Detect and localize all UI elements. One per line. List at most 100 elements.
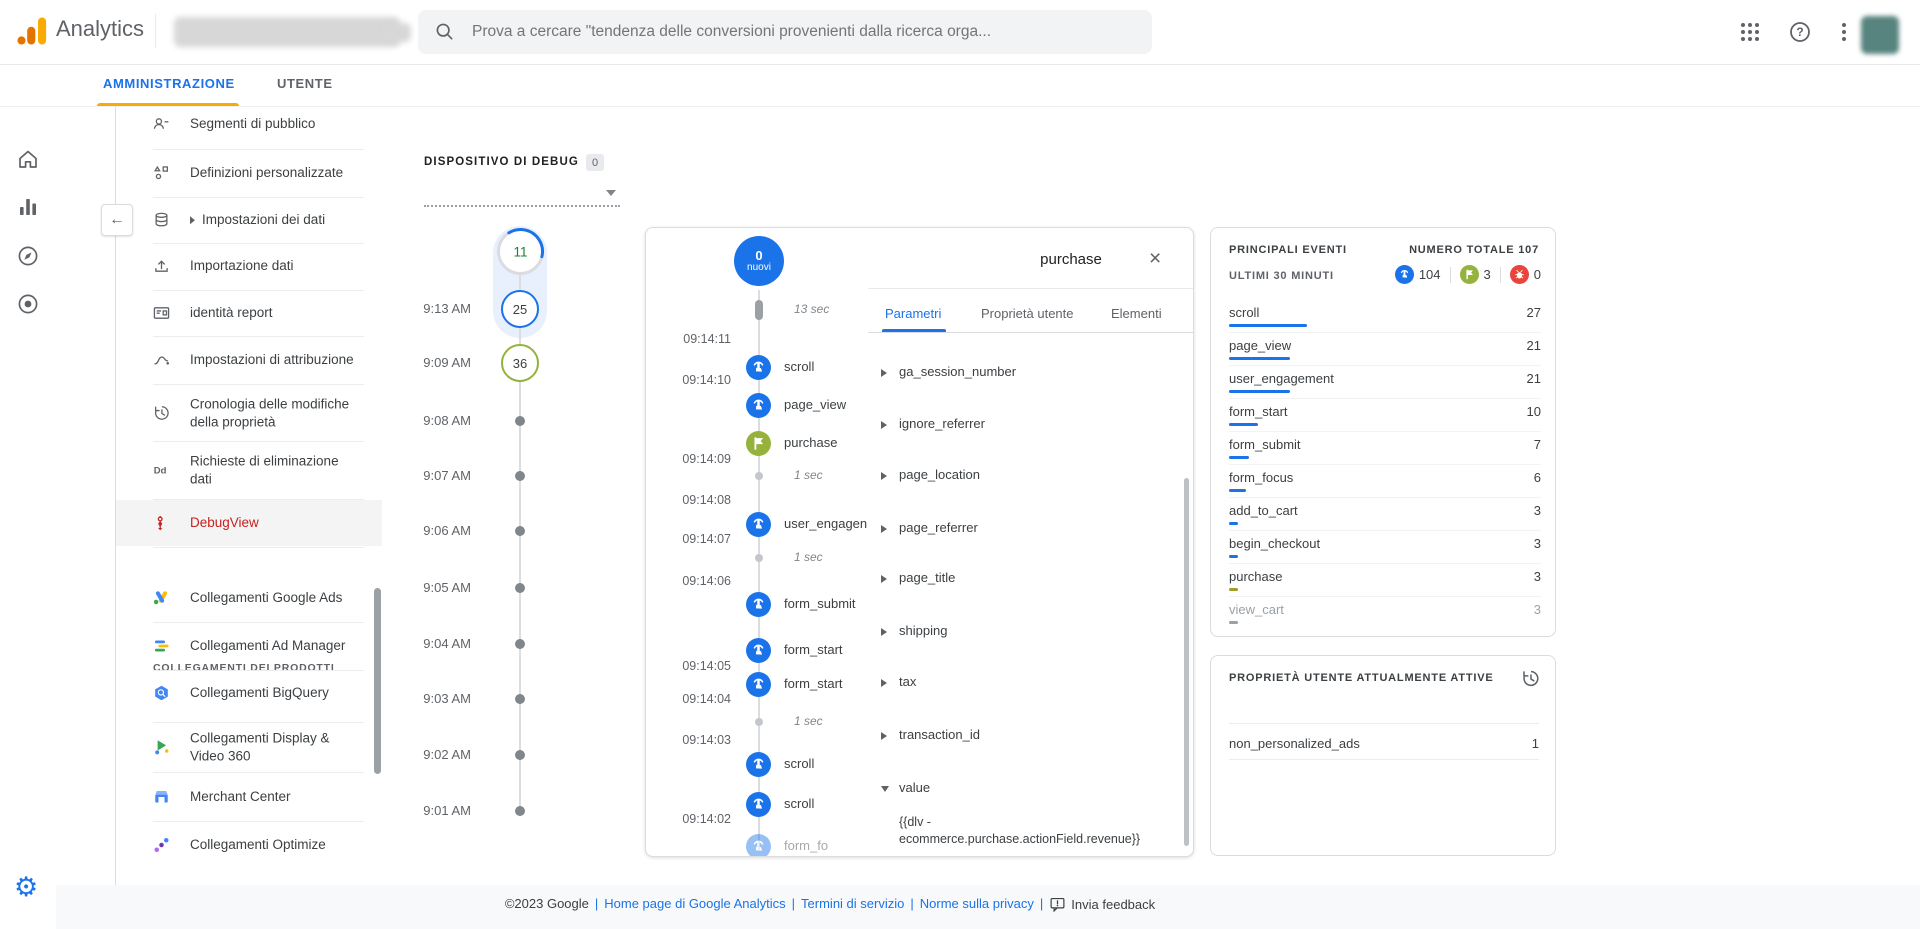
param-caret-icon[interactable] (881, 628, 887, 636)
minute-dot[interactable] (515, 583, 525, 593)
top-event-row-page_view[interactable]: page_view21 (1229, 333, 1541, 366)
explore-icon[interactable] (16, 244, 40, 268)
param-row-shipping[interactable]: shipping1 (881, 621, 1181, 645)
stream-event-icon-touch[interactable] (746, 834, 771, 858)
top-event-row-form_start[interactable]: form_start10 (1229, 399, 1541, 432)
minute-circle[interactable]: 36 (501, 344, 539, 382)
top-event-row-purchase[interactable]: purchase3 (1229, 564, 1541, 597)
sidebar-item-impostazioni-di-attribuzione[interactable]: Impostazioni di attribuzione (116, 337, 382, 383)
minute-dot[interactable] (515, 694, 525, 704)
sidebar-item-collegamenti-ad-manager[interactable]: Collegamenti Ad Manager (116, 623, 382, 669)
sidebar-item-segmenti-di-pubblico[interactable]: Segmenti di pubblico (116, 106, 382, 147)
param-row-ga_session_number[interactable]: ga_session_number1 (881, 362, 1181, 386)
sidebar-item-importazione-dati[interactable]: Importazione dati (116, 243, 382, 289)
footer-link[interactable]: Termini di servizio (801, 896, 904, 911)
footer-link[interactable]: Norme sulla privacy (920, 896, 1034, 911)
sidebar-item-cronologia-delle-modifiche-della-propriet-[interactable]: Cronologia delle modifiche della proprie… (116, 390, 382, 436)
stream-event-label[interactable]: form_fo (784, 838, 828, 853)
param-row-ignore_referrer[interactable]: ignore_referrer1 (881, 414, 1181, 438)
sidebar-item-collegamenti-display-video-360[interactable]: Collegamenti Display & Video 360 (116, 724, 382, 770)
feedback-button[interactable]: Invia feedback (1049, 896, 1155, 913)
stream-event-label[interactable]: page_view (784, 397, 846, 412)
param-caret-icon[interactable] (881, 732, 887, 740)
tab-proprieta-utente[interactable]: Proprietà utente (981, 306, 1074, 321)
close-icon[interactable]: × (1149, 248, 1161, 269)
param-row-value[interactable]: value1 (881, 778, 1181, 802)
sidebar-item-richieste-di-eliminazione-dati[interactable]: DdRichieste di eliminazione dati (116, 447, 382, 493)
stream-event-label[interactable]: scroll (784, 756, 814, 771)
collapse-back-button[interactable]: ← (101, 204, 133, 236)
stream-event-icon-touch[interactable] (746, 393, 771, 418)
reports-icon[interactable] (16, 195, 40, 219)
apps-grid-icon[interactable] (1738, 20, 1762, 44)
minute-circle[interactable]: 25 (501, 290, 539, 328)
param-row-page_referrer[interactable]: page_referrer1 (881, 518, 1181, 542)
current-minute-circle[interactable]: 11 (496, 227, 545, 276)
more-options-icon[interactable] (1832, 20, 1856, 44)
expand-caret-icon[interactable] (190, 216, 195, 224)
top-event-row-user_engagement[interactable]: user_engagement21 (1229, 366, 1541, 399)
minute-dot[interactable] (515, 416, 525, 426)
tab-elementi[interactable]: Elementi (1111, 306, 1162, 321)
tab-utente[interactable]: UTENTE (277, 76, 333, 91)
top-event-row-view_cart[interactable]: view_cart3 (1229, 597, 1541, 629)
minute-dot[interactable] (515, 526, 525, 536)
stream-event-label[interactable]: user_engagen (784, 516, 867, 531)
param-caret-icon[interactable] (881, 369, 887, 377)
stream-event-label[interactable]: form_submit (784, 596, 856, 611)
stream-event-icon-touch[interactable] (746, 592, 771, 617)
sidebar-item-definizioni-personalizzate[interactable]: Definizioni personalizzate (116, 150, 382, 196)
advertising-icon[interactable] (16, 292, 40, 316)
top-event-row-add_to_cart[interactable]: add_to_cart3 (1229, 498, 1541, 531)
sidebar-item-collegamenti-optimize[interactable]: Collegamenti Optimize (116, 822, 382, 868)
minute-dot[interactable] (515, 471, 525, 481)
param-caret-icon[interactable] (881, 786, 889, 792)
param-row-tax[interactable]: tax1 (881, 672, 1181, 696)
home-icon[interactable] (16, 147, 40, 171)
sidebar-item-debugview[interactable]: DebugView (116, 500, 382, 546)
sidebar-item-merchant-center[interactable]: Merchant Center (116, 774, 382, 820)
params-scrollbar[interactable] (1184, 478, 1189, 846)
top-event-row-begin_checkout[interactable]: begin_checkout3 (1229, 531, 1541, 564)
history-clock-icon[interactable] (1520, 668, 1541, 689)
top-event-row-form_focus[interactable]: form_focus6 (1229, 465, 1541, 498)
stream-event-label[interactable]: scroll (784, 359, 814, 374)
search-bar[interactable] (418, 10, 1152, 54)
param-row-transaction_id[interactable]: transaction_id1 (881, 725, 1181, 749)
stream-event-label[interactable]: form_start (784, 676, 843, 691)
minute-dot[interactable] (515, 806, 525, 816)
minute-dot[interactable] (515, 639, 525, 649)
user-avatar[interactable] (1861, 16, 1899, 54)
stream-event-icon-touch[interactable] (746, 672, 771, 697)
stream-event-icon-touch[interactable] (746, 752, 771, 777)
device-dropdown-caret-icon[interactable] (606, 190, 616, 196)
param-caret-icon[interactable] (881, 472, 887, 480)
stream-event-label[interactable]: form_start (784, 642, 843, 657)
stream-event-icon-touch[interactable] (746, 792, 771, 817)
stream-event-label[interactable]: purchase (784, 435, 837, 450)
stream-event-icon-touch[interactable] (746, 512, 771, 537)
param-caret-icon[interactable] (881, 679, 887, 687)
top-event-row-form_submit[interactable]: form_submit7 (1229, 432, 1541, 465)
blurred-account-name[interactable] (174, 17, 400, 47)
param-caret-icon[interactable] (881, 421, 887, 429)
stream-event-icon-touch[interactable] (746, 638, 771, 663)
param-row-page_location[interactable]: page_location1 (881, 465, 1181, 489)
param-row-page_title[interactable]: page_title1 (881, 568, 1181, 592)
param-caret-icon[interactable] (881, 525, 887, 533)
stream-event-icon-touch[interactable] (746, 355, 771, 380)
sidebar-item-identit-report[interactable]: identità report (116, 290, 382, 336)
stream-event-label[interactable]: scroll (784, 796, 814, 811)
tab-parametri[interactable]: Parametri (885, 306, 941, 321)
footer-link[interactable]: Home page di Google Analytics (604, 896, 785, 911)
search-input[interactable] (470, 22, 1114, 42)
help-icon[interactable]: ? (1788, 20, 1812, 44)
sidebar-item-collegamenti-bigquery[interactable]: Collegamenti BigQuery (116, 670, 382, 716)
top-event-row-scroll[interactable]: scroll27 (1229, 300, 1541, 333)
minute-dot[interactable] (515, 750, 525, 760)
tab-amministrazione[interactable]: AMMINISTRAZIONE (103, 76, 235, 91)
sidebar-item-impostazioni-dei-dati[interactable]: Impostazioni dei dati (116, 197, 382, 243)
sidebar-item-collegamenti-google-ads[interactable]: Collegamenti Google Ads (116, 575, 382, 621)
admin-gear-icon[interactable]: ⚙ (14, 872, 38, 903)
stream-event-icon-flag[interactable] (746, 431, 771, 456)
